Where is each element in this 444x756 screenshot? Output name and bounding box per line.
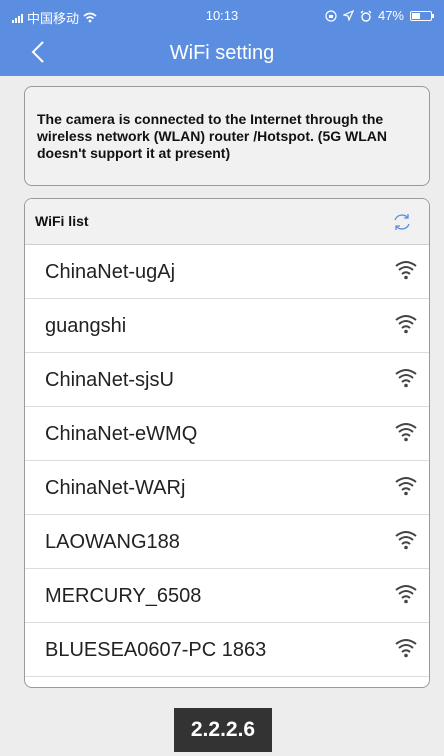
wifi-network-rows: ChinaNet-ugAj guangshi ChinaNet-sjsU ChinaN… <box>25 245 429 687</box>
wifi-network-name: LAOWANG188 <box>45 531 180 553</box>
wifi-network-row[interactable]: BLUESEA0607-PC 1863 <box>25 623 429 677</box>
wifi-network-row[interactable]: ChinaNet-sjsU <box>25 353 429 407</box>
step-badge: 2.2.2.6 <box>174 708 272 752</box>
status-right: 47% <box>325 8 434 23</box>
wifi-signal-icon <box>395 423 417 442</box>
wifi-network-row[interactable]: ChinaNet-ugAj <box>25 245 429 299</box>
wifi-network-name: ChinaNet-sjsU <box>45 369 174 391</box>
info-box: The camera is connected to the Internet … <box>24 86 430 186</box>
wifi-network-row[interactable] <box>25 677 429 687</box>
wifi-signal-icon <box>395 261 417 280</box>
wifi-network-name: MERCURY_6508 <box>45 585 202 607</box>
battery-percent: 47% <box>377 8 404 23</box>
page-title: WiFi setting <box>169 42 275 64</box>
wifi-network-row[interactable]: ChinaNet-WARj <box>25 461 429 515</box>
location-icon <box>342 10 354 21</box>
wifi-signal-icon <box>395 369 417 388</box>
wifi-network-row[interactable]: guangshi <box>25 299 429 353</box>
wifi-list-title: WiFi list <box>35 213 89 229</box>
info-text: The camera is connected to the Internet … <box>37 111 388 161</box>
wifi-signal-icon <box>395 531 417 550</box>
wifi-signal-icon <box>395 477 417 496</box>
refresh-icon[interactable] <box>391 211 413 233</box>
wifi-network-name: ChinaNet-ugAj <box>45 261 176 283</box>
wifi-network-row[interactable]: ChinaNet-eWMQ <box>25 407 429 461</box>
wifi-list-header: WiFi list <box>25 199 429 245</box>
alarm-icon <box>360 10 372 22</box>
wifi-list: WiFi list ChinaNet-ugAj guangshi ChinaNet-… <box>24 198 430 688</box>
battery-icon <box>410 10 434 21</box>
wifi-signal-icon <box>395 639 417 658</box>
wifi-network-name: ChinaNet-WARj <box>45 477 186 499</box>
wifi-network-row[interactable]: LAOWANG188 <box>25 515 429 569</box>
wifi-network-name: BLUESEA0607-PC 1863 <box>45 639 267 661</box>
wifi-network-name: ChinaNet-eWMQ <box>45 423 198 445</box>
lock-rotation-icon <box>325 9 337 22</box>
nav-bar: WiFi setting <box>0 28 444 76</box>
wifi-network-row[interactable]: MERCURY_6508 <box>25 569 429 623</box>
wifi-signal-icon <box>395 585 417 604</box>
battery-fill <box>412 12 420 19</box>
wifi-signal-icon <box>395 315 417 334</box>
wifi-network-name: guangshi <box>45 315 127 337</box>
